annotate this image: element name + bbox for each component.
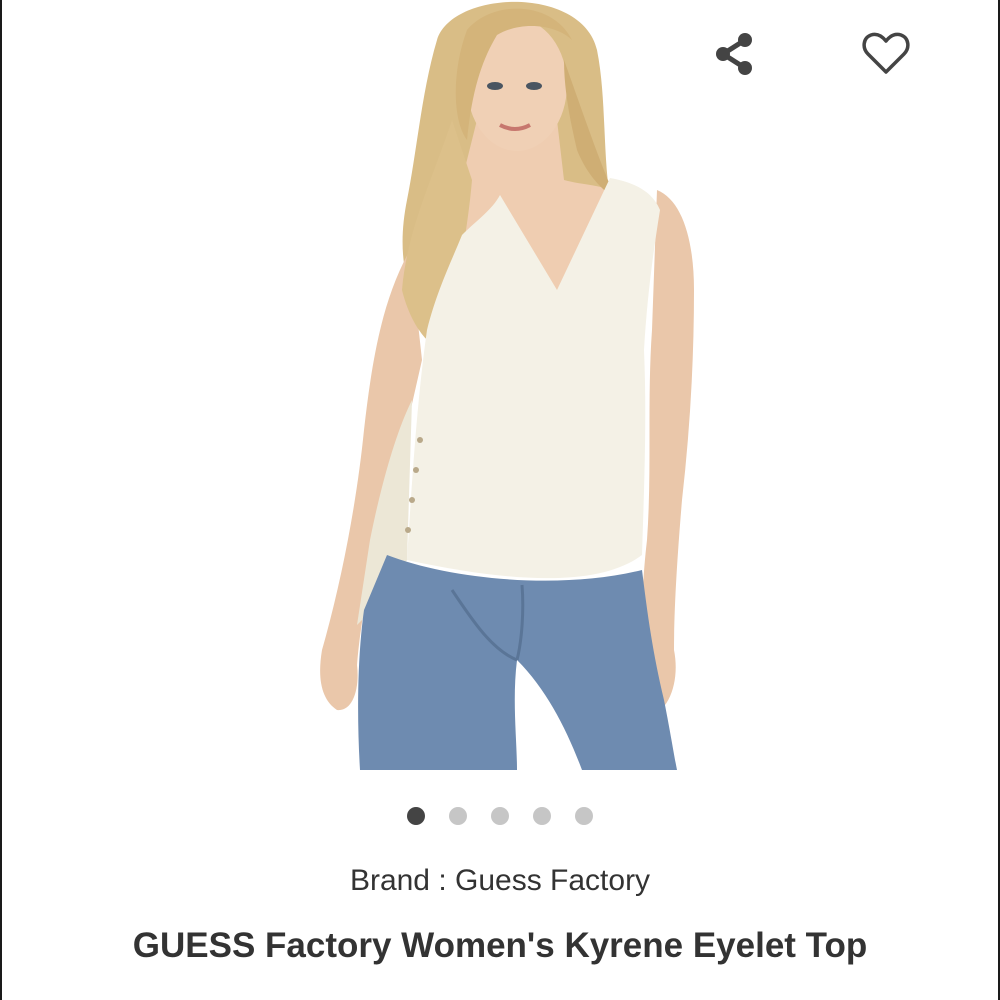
gallery-dot-1[interactable] <box>407 807 425 825</box>
gallery-dot-3[interactable] <box>491 807 509 825</box>
product-detail-page: Brand : Guess Factory GUESS Factory Wome… <box>0 0 1000 1000</box>
product-image[interactable] <box>302 0 722 770</box>
wishlist-button[interactable] <box>860 28 912 80</box>
gallery-dot-2[interactable] <box>449 807 467 825</box>
product-title: GUESS Factory Women's Kyrene Eyelet Top <box>132 926 868 965</box>
gallery-dot-4[interactable] <box>533 807 551 825</box>
share-button[interactable] <box>708 28 760 80</box>
heart-outline-icon <box>862 32 910 74</box>
share-icon <box>716 33 752 75</box>
brand-label: Brand : Guess Factory <box>349 864 651 897</box>
gallery-pagination <box>2 807 998 825</box>
gallery-dot-5[interactable] <box>575 807 593 825</box>
